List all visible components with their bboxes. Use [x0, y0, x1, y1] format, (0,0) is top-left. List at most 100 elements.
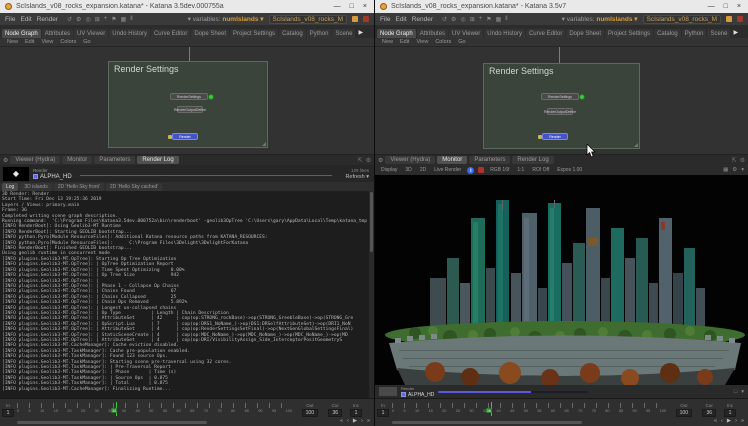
maximize-button[interactable]: □ [350, 3, 354, 10]
pane-menu-item[interactable]: Go [458, 39, 465, 45]
pane-menu-item[interactable]: Colors [60, 39, 76, 45]
tab-node-graph[interactable]: Node Graph [2, 29, 41, 38]
backdrop-resize-handle[interactable] [262, 142, 266, 146]
menu-render[interactable]: Render [412, 16, 433, 23]
timeline-scrollbar[interactable] [17, 421, 207, 424]
toolbar-icon[interactable]: ⊞ [470, 16, 475, 23]
node-render-output-define[interactable]: RenderOutputDefine [177, 106, 203, 113]
minimize-button[interactable]: — [708, 3, 715, 10]
zoom-level-readout[interactable]: 1:1 [515, 167, 526, 173]
pane-menu-item[interactable]: Go [83, 39, 90, 45]
render-log-output[interactable]: 3D Render: RenderStart Time: Fri Dec 13 … [0, 191, 369, 398]
node-render[interactable]: Render [542, 133, 568, 140]
tab-attributes[interactable]: Attributes [42, 29, 73, 38]
transport-button[interactable]: › [735, 418, 737, 424]
display-dropdown[interactable]: Display [379, 167, 399, 173]
expand-icon[interactable]: ⇱ [358, 157, 363, 164]
transport-button[interactable]: ▶ [727, 418, 731, 424]
menu-render[interactable]: Render [37, 16, 58, 23]
gear-icon[interactable]: ⚙ [3, 157, 8, 164]
tab-node-graph[interactable]: Node Graph [377, 29, 416, 38]
close-button[interactable]: × [737, 3, 741, 10]
render-indicator-icon[interactable] [726, 16, 732, 22]
tab-catalog[interactable]: Catalog [654, 29, 681, 38]
transport-button[interactable]: » [741, 418, 744, 424]
panel-tab-viewer[interactable]: Viewer (Hydra) [385, 156, 435, 164]
node-render-output-define[interactable]: RenderOutputDefine [547, 108, 573, 115]
monitor-icon[interactable]: ▦ [723, 167, 728, 173]
exposure-readout[interactable]: Expos 1.00 [555, 167, 584, 173]
toolbar-icon[interactable]: ▦ [121, 16, 127, 23]
mode-3d-button[interactable]: 3D [403, 167, 413, 173]
monitor-icon[interactable]: ▾ [741, 167, 744, 173]
tab-python[interactable]: Python [682, 29, 707, 38]
tab-catalog[interactable]: Catalog [279, 29, 306, 38]
tab-project-settings[interactable]: Project Settings [230, 29, 278, 38]
playhead[interactable]: 36 [491, 402, 492, 416]
maximize-button[interactable]: □ [724, 3, 728, 10]
pane-menu-item[interactable]: New [382, 39, 393, 45]
pane-menu-item[interactable]: View [42, 39, 54, 45]
tab-undo-history[interactable]: Undo History [484, 29, 525, 38]
progress-icon[interactable]: □ [734, 389, 737, 395]
render-indicator-icon[interactable] [352, 16, 358, 22]
node-name-dropdown[interactable]: ScIslands_v08_rocks_M [643, 15, 721, 24]
render-flag-led[interactable] [579, 94, 585, 100]
timeline-current-field[interactable]: Cur 36 [328, 403, 342, 417]
tab-project-settings[interactable]: Project Settings [605, 29, 653, 38]
live-render-button[interactable]: Live Render [432, 167, 463, 173]
panel-tab-monitor[interactable]: Monitor [62, 156, 92, 164]
close-button[interactable]: × [363, 3, 367, 10]
minimize-button[interactable]: — [334, 3, 341, 10]
tab-dope-sheet[interactable]: Dope Sheet [191, 29, 229, 38]
tab-curve-editor[interactable]: Curve Editor [151, 29, 190, 38]
render-thumbnail[interactable]: ◆ [3, 167, 29, 181]
timeline-out-field[interactable]: Out 100 [302, 403, 318, 417]
render-pass[interactable]: ALPHA_HD [33, 174, 72, 180]
titlebar-left[interactable]: ScIslands_v08_rocks_expansion.katana* - … [0, 0, 374, 13]
panel-tab-parameters[interactable]: Parameters [94, 156, 135, 164]
tab-scene[interactable]: Scene [332, 29, 355, 38]
toolbar-icon[interactable]: + [104, 16, 108, 23]
tab-overflow-icon[interactable]: ▶ [356, 29, 365, 38]
tab-undo-history[interactable]: Undo History [109, 29, 150, 38]
panel-tab-monitor[interactable]: Monitor [437, 156, 467, 164]
pane-menu-item[interactable]: New [7, 39, 18, 45]
render-pass[interactable]: ALPHA_HD [401, 392, 434, 398]
transport-button[interactable]: ‹ [347, 418, 349, 424]
toolbar-icon[interactable]: ⚙ [76, 16, 81, 23]
stop-indicator-icon[interactable] [737, 16, 743, 22]
render-flag-led[interactable] [208, 94, 214, 100]
stop-button[interactable] [478, 167, 484, 173]
node-render-settings[interactable]: RenderSettings [170, 93, 208, 100]
transport-button[interactable]: » [367, 418, 370, 424]
panel-corner-icons[interactable]: ⇱⚙ [732, 157, 745, 164]
rgb-depth-readout[interactable]: RGB 16f [488, 167, 511, 173]
gear-icon[interactable]: ⚙ [740, 157, 745, 164]
timeline-out-field[interactable]: Out 100 [676, 403, 692, 417]
transport-button[interactable]: « [714, 418, 717, 424]
pane-menu-item[interactable]: View [417, 39, 429, 45]
tab-scene[interactable]: Scene [707, 29, 730, 38]
panel-tab-render-log[interactable]: Render Log [137, 156, 178, 164]
log-tab-log[interactable]: Log [2, 183, 18, 191]
expand-icon[interactable]: ⇱ [732, 157, 737, 164]
roi-toggle[interactable]: ROI Off [530, 167, 551, 173]
toolbar-icon[interactable]: + [479, 16, 483, 23]
timeline-in-field[interactable]: In 1 [2, 403, 14, 417]
transport-button[interactable]: « [340, 418, 343, 424]
mode-2d-button[interactable]: 2D [418, 167, 428, 173]
toolbar-icon[interactable]: ⚑ [486, 16, 491, 23]
toolbar-icon[interactable]: ◎ [85, 16, 90, 23]
panel-corner-icons[interactable]: ⇱⚙ [358, 157, 371, 164]
toolbar-icon[interactable]: ⚙ [451, 16, 456, 23]
log-tab-3d-islands[interactable]: 3D islands [20, 183, 51, 191]
refresh-dropdown[interactable]: Refresh ▾ [345, 174, 369, 180]
node-render[interactable]: Render [172, 133, 198, 140]
monitor-icon[interactable]: ⚙ [732, 167, 737, 173]
tab-curve-editor[interactable]: Curve Editor [526, 29, 565, 38]
panel-tab-render-log[interactable]: Render Log [512, 156, 553, 164]
log-tab-2d-cached[interactable]: 2D 'Hello Sky cached' [106, 183, 162, 191]
menu-file[interactable]: File [5, 16, 15, 23]
panel-tab-parameters[interactable]: Parameters [469, 156, 510, 164]
